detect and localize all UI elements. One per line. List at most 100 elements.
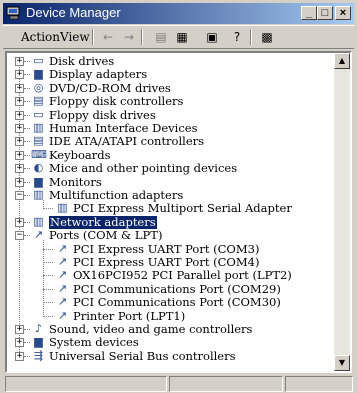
tree-connector	[43, 208, 53, 210]
tree-item-label: PCI Communications Port (COM29)	[73, 281, 281, 296]
expand-icon[interactable]: +	[15, 217, 24, 227]
tree-connector	[43, 248, 53, 250]
tree-connector	[24, 235, 30, 237]
expand-icon[interactable]: +	[15, 97, 24, 107]
tree-category[interactable]: + ▆ System devices	[7, 336, 327, 349]
expand-icon[interactable]: +	[15, 137, 24, 147]
forward-icon[interactable]: →	[121, 29, 137, 45]
collapse-icon[interactable]: −	[15, 191, 24, 200]
network-adapter-icon: ▥	[33, 214, 44, 228]
tree-category[interactable]: + ▭ Disk drives	[7, 55, 327, 68]
help-icon[interactable]: ?	[229, 29, 245, 45]
tree-device[interactable]: ↗ OX16PCI952 PCI Parallel port (LPT2)	[7, 269, 327, 282]
tree-item-label: PCI Express Multiport Serial Adapter	[73, 201, 292, 216]
mouse-icon: ◐	[33, 161, 44, 175]
tree-device[interactable]: ↗ PCI Communications Port (COM29)	[7, 281, 327, 296]
scroll-up-button[interactable]: ▲	[334, 53, 350, 69]
system-devices-icon: ▆	[34, 335, 43, 349]
status-bar	[3, 376, 354, 392]
tree-connector	[24, 221, 30, 223]
tree-connector	[43, 240, 44, 317]
tree-item-label: Disk drives	[49, 54, 115, 68]
scroll-down-button[interactable]: ▼	[334, 355, 350, 371]
vertical-scrollbar[interactable]: ▲ ▼	[334, 53, 350, 371]
tree-item-label: System devices	[49, 335, 139, 350]
tree-item-label: Ports (COM & LPT)	[49, 228, 163, 243]
expand-icon[interactable]: +	[15, 70, 24, 80]
expand-icon[interactable]: +	[15, 177, 24, 187]
hid-icon: ▥	[33, 121, 44, 134]
menu-view[interactable]: View	[60, 30, 90, 44]
maximize-button[interactable]: □	[317, 6, 333, 20]
window-title: Device Manager	[26, 5, 121, 20]
expand-icon[interactable]: +	[15, 83, 24, 93]
tree-connector	[24, 181, 30, 183]
tree-device[interactable]: ↗ PCI Communications Port (COM30)	[7, 296, 327, 309]
expand-icon[interactable]: +	[15, 325, 24, 334]
tree-category[interactable]: + ⇶ Universal Serial Bus controllers	[7, 349, 327, 363]
tree-connector	[24, 141, 30, 143]
tree-device[interactable]: ↗ PCI Express UART Port (COM3)	[7, 242, 327, 256]
tree-connector	[24, 154, 30, 156]
tree-category[interactable]: + ▥ Human Interface Devices	[7, 122, 327, 135]
tree-item-label: Floppy disk controllers	[49, 94, 184, 109]
expand-icon[interactable]: +	[15, 150, 24, 160]
device-manager-window: Device Manager _ □ × Action View ← → ▤ ▦…	[0, 0, 357, 393]
expand-icon[interactable]: +	[15, 57, 24, 66]
collapse-icon[interactable]: −	[15, 231, 24, 241]
tree-connector	[24, 195, 30, 196]
tree-category[interactable]: + ◐ Mice and other pointing devices	[7, 162, 327, 175]
tree-item-label: Keyboards	[49, 147, 111, 162]
display-adapter-icon: ▆	[34, 67, 43, 81]
floppy-drive-icon: ▭	[33, 107, 44, 121]
tree-item-label: Human Interface Devices	[49, 121, 198, 135]
expand-icon[interactable]: +	[15, 164, 24, 174]
port-icon: ↗	[57, 255, 68, 268]
tree-category[interactable]: − ▥ Multifunction adapters	[7, 189, 327, 202]
tree-connector	[24, 114, 30, 116]
port-icon: ↗	[57, 268, 68, 282]
dvd-drive-icon: ◎	[33, 80, 44, 94]
tree-item-label: Printer Port (LPT1)	[73, 308, 186, 323]
tree-category[interactable]: + ◎ DVD/CD-ROM drives	[7, 80, 327, 95]
tree-connector	[24, 342, 30, 344]
tree-category[interactable]: + ▆ Display adapters	[7, 68, 327, 81]
expand-icon[interactable]: +	[15, 351, 24, 361]
close-button[interactable]: ×	[335, 6, 351, 20]
keyboard-icon: ⌨	[31, 147, 47, 161]
tree-connector	[43, 275, 53, 277]
minimize-button[interactable]: _	[301, 6, 317, 20]
scan-hardware-icon[interactable]: ▩	[259, 29, 275, 45]
tree-connector	[24, 329, 30, 330]
menu-action[interactable]: Action	[21, 30, 60, 44]
tree-item-label: DVD/CD-ROM drives	[49, 80, 171, 95]
expand-icon[interactable]: +	[15, 124, 24, 133]
expand-icon[interactable]: +	[15, 338, 24, 348]
tree-connector	[24, 61, 30, 62]
tree-category[interactable]: + ♪ Sound, video and game controllers	[7, 323, 327, 336]
tree-device[interactable]: ↗ PCI Express UART Port (COM4)	[7, 256, 327, 269]
tree-connector	[24, 128, 30, 129]
title-bar[interactable]: Device Manager _ □ ×	[3, 3, 354, 24]
tree-category[interactable]: + ⌨ Keyboards	[7, 147, 327, 162]
tree-category[interactable]: + ▆ Monitors	[7, 175, 327, 189]
tree-connector	[43, 200, 44, 210]
list-view-icon[interactable]: ▦	[174, 29, 190, 45]
back-icon[interactable]: ←	[100, 29, 116, 45]
tree-category[interactable]: + ▥ Network adapters	[7, 214, 327, 229]
properties-icon[interactable]: ▣	[204, 29, 220, 45]
tree-category[interactable]: + ▤ IDE ATA/ATAPI controllers	[7, 135, 327, 148]
tree-device[interactable]: ▥ PCI Express Multiport Serial Adapter	[7, 202, 327, 215]
tree-device[interactable]: ↗ Printer Port (LPT1)	[7, 308, 327, 323]
tree-item-label: PCI Express UART Port (COM4)	[73, 255, 260, 269]
status-panel	[285, 376, 353, 392]
tree-item-label: Display adapters	[49, 67, 148, 82]
tree-category[interactable]: + ▤ Floppy disk controllers	[7, 95, 327, 108]
tree-connector	[43, 288, 53, 290]
tree-item-label: OX16PCI952 PCI Parallel port (LPT2)	[73, 268, 292, 283]
expand-icon[interactable]: +	[15, 110, 24, 120]
tree-category[interactable]: + ▭ Floppy disk drives	[7, 107, 327, 122]
device-tree[interactable]: + ▭ Disk drives + ▆ Display adapters + ◎ DVD/CD-…	[5, 51, 352, 373]
show-tree-icon[interactable]: ▤	[153, 29, 169, 45]
tree-category[interactable]: − ↗ Ports (COM & LPT)	[7, 229, 327, 242]
